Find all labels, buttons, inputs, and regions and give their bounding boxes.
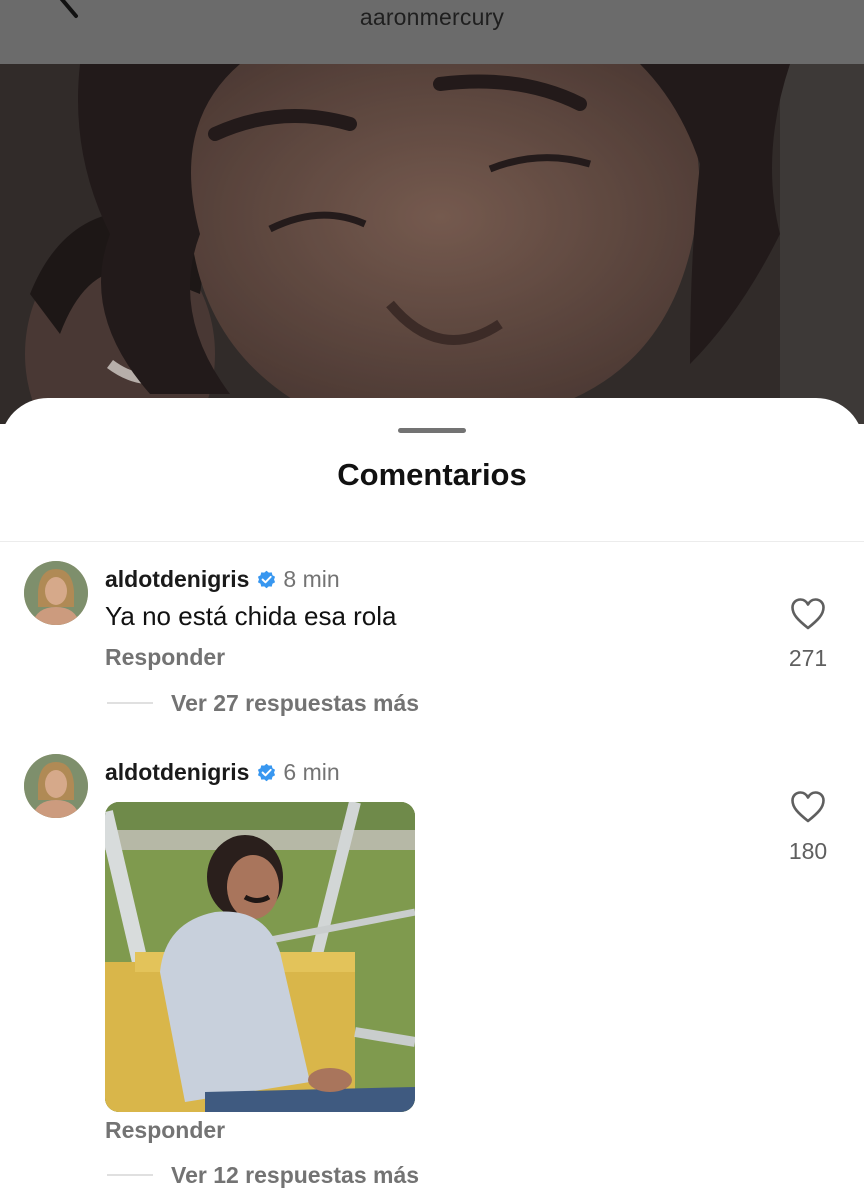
divider bbox=[0, 541, 864, 542]
replies-line bbox=[107, 1174, 153, 1176]
gif-image[interactable] bbox=[105, 802, 415, 1112]
screen: aaronmercury Comentarios aldotdenigris 8… bbox=[0, 0, 864, 1200]
comment-username[interactable]: aldotdenigris bbox=[105, 759, 249, 786]
verified-badge-icon bbox=[258, 763, 276, 781]
view-more-replies-button[interactable]: Ver 12 respuestas más bbox=[107, 1160, 419, 1190]
comments-sheet: Comentarios aldotdenigris 8 min Ya no es… bbox=[0, 398, 864, 1200]
comment-header: aldotdenigris 6 min bbox=[105, 757, 340, 787]
video-background bbox=[0, 64, 864, 424]
view-more-replies-label: Ver 27 respuestas más bbox=[171, 689, 420, 716]
header-username[interactable]: aaronmercury bbox=[0, 4, 864, 31]
comment-time: 8 min bbox=[283, 565, 340, 592]
comment-text: Ya no está chida esa rola bbox=[105, 601, 397, 631]
replies-line bbox=[107, 702, 153, 704]
comment-username[interactable]: aldotdenigris bbox=[105, 566, 249, 593]
view-more-replies-button[interactable]: Ver 27 respuestas más bbox=[107, 688, 419, 718]
top-header: aaronmercury bbox=[0, 0, 864, 64]
sheet-title: Comentarios bbox=[337, 457, 527, 492]
heart-icon[interactable] bbox=[790, 597, 826, 631]
comment-header: aldotdenigris 8 min bbox=[105, 564, 340, 594]
view-more-replies-label: Ver 12 respuestas más bbox=[171, 1161, 420, 1188]
like-count: 180 bbox=[788, 838, 828, 864]
comment-time: 6 min bbox=[283, 758, 340, 785]
avatar[interactable] bbox=[24, 754, 88, 818]
heart-icon[interactable] bbox=[790, 790, 826, 824]
reply-button[interactable]: Responder bbox=[105, 644, 225, 671]
avatar[interactable] bbox=[24, 561, 88, 625]
reply-button[interactable]: Responder bbox=[105, 1117, 225, 1144]
drag-handle[interactable] bbox=[398, 428, 466, 433]
verified-badge-icon bbox=[258, 570, 276, 588]
like-count: 271 bbox=[788, 645, 828, 671]
